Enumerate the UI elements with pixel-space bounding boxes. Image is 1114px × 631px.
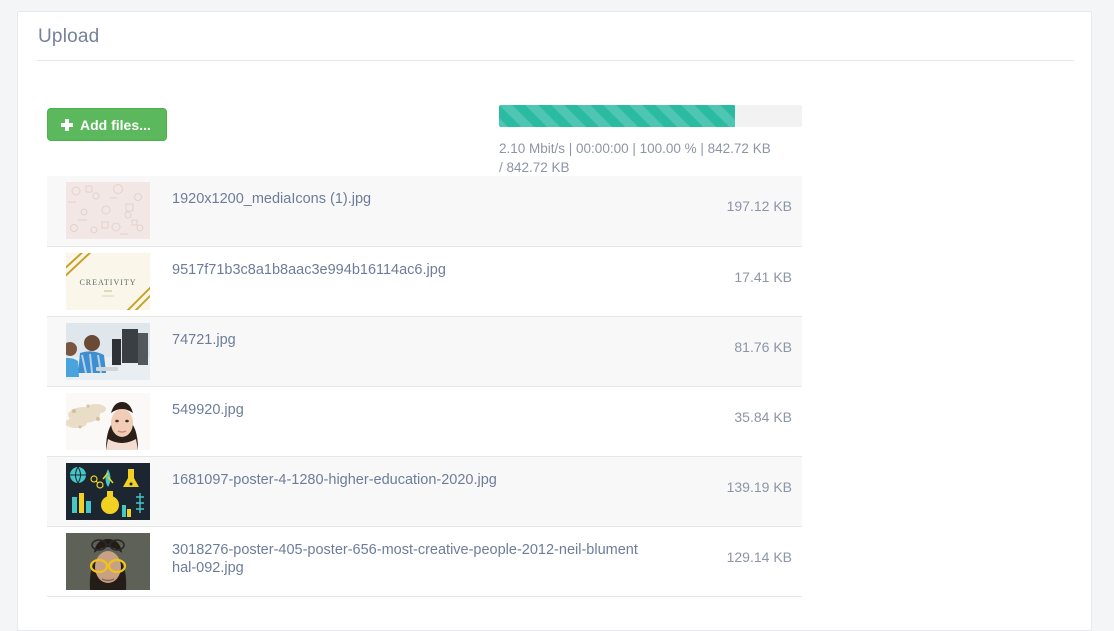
man-yellow-glasses-thumbnail: [66, 533, 150, 590]
file-size: 81.76 KB: [734, 339, 792, 355]
table-row[interactable]: 3018276-poster-405-poster-656-most-creat…: [47, 526, 802, 596]
progress-status-text: 2.10 Mbit/s | 00:00:00 | 100.00 % | 842.…: [499, 141, 771, 175]
file-size: 129.14 KB: [726, 549, 792, 565]
file-name-link[interactable]: 549920.jpg: [172, 401, 642, 419]
file-size: 139.19 KB: [726, 479, 792, 495]
table-row[interactable]: 74721.jpg 81.76 KB: [47, 316, 802, 386]
file-size: 197.12 KB: [726, 198, 792, 214]
plus-icon: [61, 118, 73, 131]
table-row[interactable]: CREATIVITY 9517f71b3c8a1b8aac3e994b16114…: [47, 246, 802, 316]
panel-header: Upload: [18, 12, 1091, 60]
table-row[interactable]: 549920.jpg 35.84 KB: [47, 386, 802, 456]
upload-progress: 2.10 Mbit/s | 00:00:00 | 100.00 % | 842.…: [499, 105, 802, 177]
file-size: 35.84 KB: [734, 409, 792, 425]
education-icons-poster-thumbnail: [66, 463, 150, 520]
progress-track: [499, 105, 802, 127]
kids-at-computers-thumbnail: [66, 323, 150, 380]
progress-bar-fill: [499, 105, 736, 127]
table-row[interactable]: 1920x1200_mediaIcons (1).jpg 197.12 KB: [47, 176, 802, 246]
file-name-link[interactable]: 1681097-poster-4-1280-higher-education-2…: [172, 471, 642, 489]
creativity-card-thumbnail: CREATIVITY: [66, 253, 150, 310]
upload-toolbar: Add files... 2.10 Mbit/s | 00:00:00 | 10…: [18, 60, 1091, 176]
upload-panel: Upload Add files... 2.10 Mbit/s | 00:00:…: [17, 11, 1092, 631]
file-name-link[interactable]: 74721.jpg: [172, 331, 642, 349]
woman-portrait-thumbnail: [66, 393, 150, 450]
svg-text:CREATIVITY: CREATIVITY: [79, 278, 136, 287]
file-name-link[interactable]: 1920x1200_mediaIcons (1).jpg: [172, 190, 642, 208]
add-files-label: Add files...: [80, 116, 151, 133]
file-name-link[interactable]: 3018276-poster-405-poster-656-most-creat…: [172, 541, 642, 577]
table-row[interactable]: 1681097-poster-4-1280-higher-education-2…: [47, 456, 802, 526]
file-size: 17.41 KB: [734, 269, 792, 285]
list-bottom-divider: [47, 596, 802, 597]
pale-pink-pattern-thumbnail: [66, 182, 150, 239]
file-name-link[interactable]: 9517f71b3c8a1b8aac3e994b16114ac6.jpg: [172, 261, 642, 279]
file-list: 1920x1200_mediaIcons (1).jpg 197.12 KB C…: [47, 176, 802, 597]
page-title: Upload: [38, 26, 100, 47]
add-files-button[interactable]: Add files...: [47, 108, 167, 141]
